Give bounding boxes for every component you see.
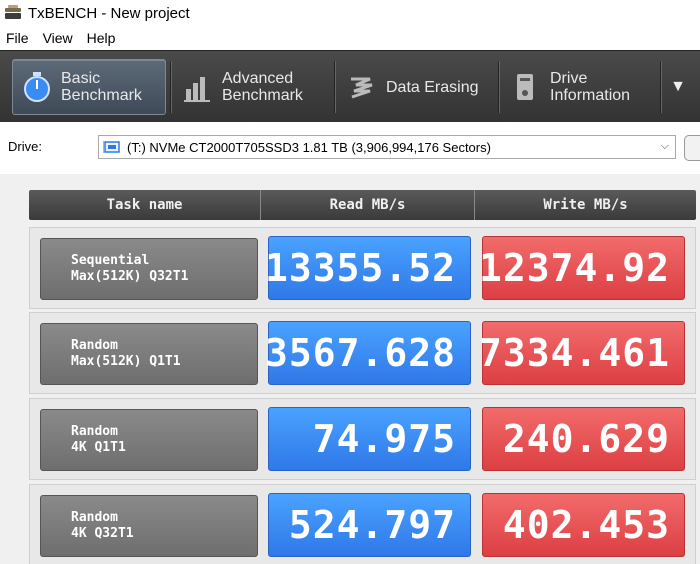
write-value: 12374.92 bbox=[479, 236, 685, 300]
task-line2: Max(512K) Q1T1 bbox=[71, 354, 181, 369]
task-button[interactable]: Sequential Max(512K) Q32T1 bbox=[40, 238, 258, 300]
result-row-random-4k-q1t1: Random 4K Q1T1 74.975 240.629 bbox=[29, 398, 696, 480]
toolbar-divider bbox=[660, 61, 662, 113]
bar-chart-icon bbox=[184, 71, 212, 103]
read-value: 3567.628 bbox=[265, 321, 471, 385]
triangle-down-icon: ▼ bbox=[670, 78, 686, 95]
main-toolbar: Basic Benchmark Advanced Benchmark Data … bbox=[0, 50, 700, 122]
tab-basic-benchmark[interactable]: Basic Benchmark bbox=[12, 59, 166, 115]
title-bar: TxBENCH - New project bbox=[0, 0, 700, 26]
drive-info-icon bbox=[512, 71, 540, 103]
result-row-sequential-q32t1: Sequential Max(512K) Q32T1 13355.52 1237… bbox=[29, 227, 696, 309]
write-value: 402.453 bbox=[482, 493, 685, 557]
tab-advanced-benchmark[interactable]: Advanced Benchmark bbox=[184, 59, 329, 115]
chevron-down-icon: ⌵ bbox=[660, 140, 669, 152]
task-line1: Sequential bbox=[71, 253, 150, 268]
disk-icon bbox=[102, 139, 123, 155]
menu-help[interactable]: Help bbox=[80, 30, 123, 46]
write-value: 240.629 bbox=[482, 407, 685, 471]
tab-advanced-line1: Advanced bbox=[222, 70, 294, 87]
tab-erasing-line1: Data Erasing bbox=[386, 78, 479, 96]
eraser-icon bbox=[348, 71, 376, 103]
drive-label: Drive: bbox=[8, 139, 42, 154]
drive-selection-row: Drive: (T:) NVMe CT2000T705SSD3 1.81 TB … bbox=[0, 122, 700, 174]
menu-bar: File View Help bbox=[0, 26, 700, 50]
task-line2: 4K Q32T1 bbox=[71, 526, 134, 541]
refresh-drive-button[interactable] bbox=[684, 135, 700, 161]
header-task-name: Task name bbox=[29, 190, 261, 220]
tab-data-erasing[interactable]: Data Erasing bbox=[348, 59, 493, 115]
drive-dropdown-value: (T:) NVMe CT2000T705SSD3 1.81 TB (3,906,… bbox=[127, 139, 491, 155]
header-write: Write MB/s bbox=[543, 197, 628, 213]
task-line1: Random bbox=[71, 338, 118, 353]
tab-basic-line1: Basic bbox=[61, 70, 101, 87]
task-line2: 4K Q1T1 bbox=[71, 440, 126, 455]
menu-file[interactable]: File bbox=[0, 30, 36, 46]
toolbar-divider bbox=[498, 61, 500, 113]
write-value: 7334.461 bbox=[479, 321, 685, 385]
toolbar-more-button[interactable]: ▼ bbox=[666, 59, 690, 115]
results-header: Task name Read MB/s Write MB/s bbox=[29, 190, 696, 220]
read-value: 13355.52 bbox=[265, 236, 471, 300]
menu-view[interactable]: View bbox=[36, 30, 80, 46]
header-read: Read MB/s bbox=[261, 190, 475, 220]
drive-dropdown[interactable]: (T:) NVMe CT2000T705SSD3 1.81 TB (3,906,… bbox=[98, 135, 676, 159]
task-button[interactable]: Random Max(512K) Q1T1 bbox=[40, 323, 258, 385]
task-line1: Random bbox=[71, 510, 118, 525]
result-row-random-q1t1: Random Max(512K) Q1T1 3567.628 7334.461 bbox=[29, 312, 696, 394]
tab-advanced-line2: Benchmark bbox=[222, 87, 303, 104]
result-row-random-4k-q32t1: Random 4K Q32T1 524.797 402.453 bbox=[29, 484, 696, 564]
task-button[interactable]: Random 4K Q1T1 bbox=[40, 409, 258, 471]
tab-drive-line1: Drive bbox=[550, 70, 588, 87]
read-value: 524.797 bbox=[268, 493, 471, 557]
tab-basic-line2: Benchmark bbox=[61, 87, 142, 104]
task-line1: Random bbox=[71, 424, 118, 439]
task-button[interactable]: Random 4K Q32T1 bbox=[40, 495, 258, 557]
app-icon bbox=[4, 5, 22, 21]
task-line2: Max(512K) Q32T1 bbox=[71, 269, 189, 284]
read-value: 74.975 bbox=[268, 407, 471, 471]
results-panel: Task name Read MB/s Write MB/s Sequentia… bbox=[0, 174, 700, 564]
window-title: TxBENCH - New project bbox=[28, 4, 190, 22]
stopwatch-icon bbox=[23, 71, 51, 103]
tab-drive-line2: Information bbox=[550, 87, 631, 104]
toolbar-divider bbox=[170, 61, 172, 113]
tab-drive-information[interactable]: Drive Information bbox=[512, 59, 657, 115]
toolbar-divider bbox=[334, 61, 336, 113]
